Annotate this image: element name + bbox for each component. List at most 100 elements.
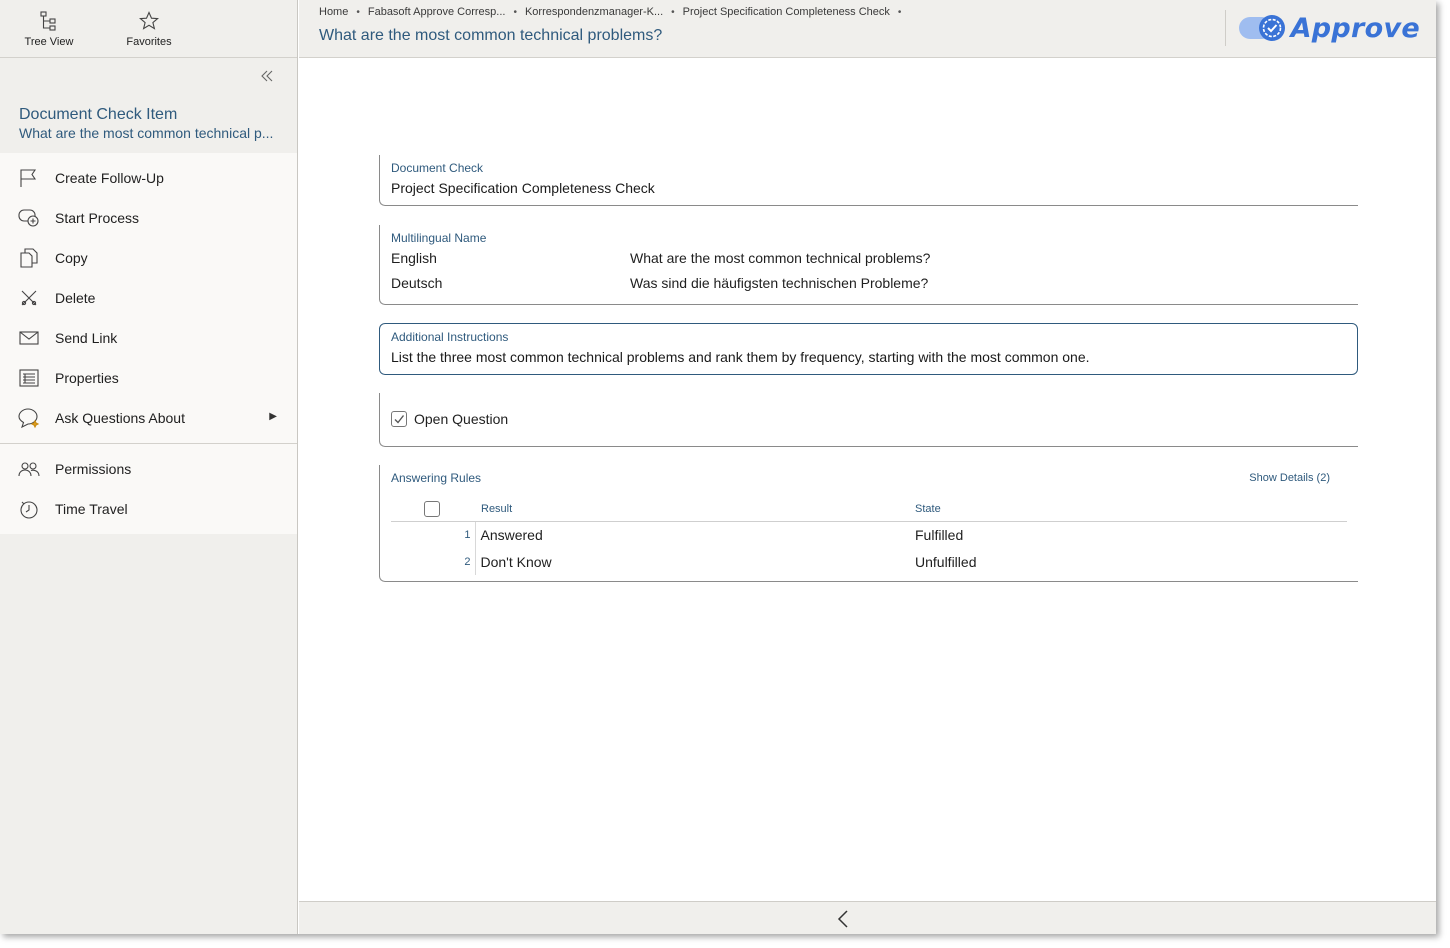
open-question-field: Open Question [379,393,1358,447]
field-label: Multilingual Name [391,231,487,245]
show-details-link[interactable]: Show Details (2) [1249,472,1330,484]
menu-label: Start Process [55,210,140,226]
breadcrumb: Home • Fabasoft Approve Corresp... • Kor… [319,6,909,18]
flag-icon [18,167,40,189]
row-number: 1 [391,521,476,548]
breadcrumb-approve[interactable]: Fabasoft Approve Corresp... [368,6,506,18]
answering-rules-header: Answering Rules Show Details (2) [391,471,1347,485]
menu-item-delete[interactable]: Delete [0,278,297,318]
menu-item-send-link[interactable]: Send Link [0,318,297,358]
menu-item-permissions[interactable]: Permissions [0,449,297,489]
table-header-row: Result State [391,497,1347,522]
sidebar-toolbar: Tree View Favorites [0,0,297,58]
answering-rules-field: Answering Rules Show Details (2) Result … [379,465,1358,582]
result-cell: Don't Know [480,553,552,570]
object-header: Document Check Item What are the most co… [0,96,297,153]
menu-item-create-follow-up[interactable]: Create Follow-Up [0,158,297,198]
additional-instructions-field[interactable]: Additional Instructions List the three m… [379,323,1358,375]
menu-item-start-process[interactable]: Start Process [0,198,297,238]
people-icon [18,458,40,480]
logo-divider [1225,10,1226,46]
menu-label: Copy [55,250,88,266]
multilingual-row-english: English What are the most common technic… [391,250,1347,266]
footer-bar [299,901,1436,934]
breadcrumb-home[interactable]: Home [319,6,348,18]
open-question-checkbox[interactable] [391,411,407,427]
submenu-arrow-icon: ▶ [269,411,277,422]
object-type: Document Check Item [19,106,178,123]
tree-view-button[interactable]: Tree View [0,0,98,57]
column-header-state[interactable]: State [915,497,1347,522]
object-name: What are the most common technical p... [19,125,274,141]
table-row[interactable]: 1 Answered Fulfilled [391,521,1347,548]
language-text[interactable]: Was sind die häufigsten technischen Prob… [630,275,928,291]
menu-label: Delete [55,290,96,306]
language-label: English [391,250,437,266]
open-question-label: Open Question [414,411,509,427]
menu-group-actions: Create Follow-Up Start Process Copy Dele… [0,153,297,443]
menu-item-time-travel[interactable]: Time Travel [0,489,297,529]
language-text[interactable]: What are the most common technical probl… [630,250,930,266]
star-icon [139,10,159,32]
collapse-row [0,58,297,96]
envelope-icon [18,327,40,349]
menu-group-security: Permissions Time Travel [0,443,297,534]
document-check-value[interactable]: Project Specification Completeness Check [391,180,1347,196]
tree-view-icon [40,10,58,32]
header: Home • Fabasoft Approve Corresp... • Kor… [299,0,1436,58]
multilingual-name-field: Multilingual Name English What are the m… [379,225,1358,305]
favorites-button[interactable]: Favorites [98,0,200,57]
breadcrumb-document-check[interactable]: Project Specification Completeness Check [683,6,890,18]
menu-item-ask-questions[interactable]: Ask Questions About ▶ [0,398,297,438]
field-label: Document Check [391,161,484,175]
back-button[interactable] [834,909,854,929]
chevron-left-icon [837,910,848,928]
breadcrumb-korrespondenz[interactable]: Korrespondenzmanager-K... [525,6,663,18]
action-menu: Create Follow-Up Start Process Copy Dele… [0,153,297,534]
menu-label: Create Follow-Up [55,170,164,186]
favorites-label: Favorites [126,36,172,48]
instructions-value: List the three most common technical pro… [391,349,1090,365]
chat-sparkle-icon [18,407,40,429]
menu-label: Ask Questions About [55,410,185,426]
field-label: Answering Rules [391,471,482,485]
app-window: Tree View Favorites Document Check Item … [0,0,1436,934]
tree-view-label: Tree View [24,36,74,48]
select-all-checkbox[interactable] [424,500,440,517]
result-cell: Answered [480,526,543,543]
collapse-sidebar-icon[interactable] [259,68,277,86]
answering-rules-table: Result State 1 Answered Fulfilled 2 Don'… [391,497,1347,575]
start-process-icon [18,207,40,229]
column-header-result[interactable]: Result [475,497,915,522]
menu-item-copy[interactable]: Copy [0,238,297,278]
properties-icon [18,367,40,389]
menu-label: Permissions [55,461,132,477]
approve-logo: Approve [1238,10,1420,46]
breadcrumb-separator: • [356,6,360,18]
select-all-cell [391,497,475,522]
menu-label: Properties [55,370,119,386]
clock-icon [18,498,40,520]
logo-text: Approve [1290,12,1420,44]
sidebar: Tree View Favorites Document Check Item … [0,0,298,934]
delete-icon [18,287,40,309]
approve-logo-icon [1238,15,1285,41]
state-cell: Fulfilled [915,526,964,543]
row-number: 2 [391,548,476,575]
state-cell: Unfulfilled [915,553,977,570]
multilingual-row-deutsch: Deutsch Was sind die häufigsten technisc… [391,275,1347,291]
table-row[interactable]: 2 Don't Know Unfulfilled [391,548,1347,575]
language-label: Deutsch [391,275,443,291]
document-check-field: Document Check Project Specification Com… [379,155,1358,206]
menu-label: Send Link [55,330,118,346]
breadcrumb-separator: • [671,6,675,18]
menu-item-properties[interactable]: Properties [0,358,297,398]
breadcrumb-separator: • [513,6,517,18]
menu-label: Time Travel [55,501,128,517]
breadcrumb-separator: • [897,6,902,18]
main-content: Document Check Project Specification Com… [299,59,1436,901]
page-title: What are the most common technical probl… [319,27,663,44]
field-label: Additional Instructions [391,330,509,344]
copy-icon [18,247,40,269]
checkmark-icon [394,415,405,424]
